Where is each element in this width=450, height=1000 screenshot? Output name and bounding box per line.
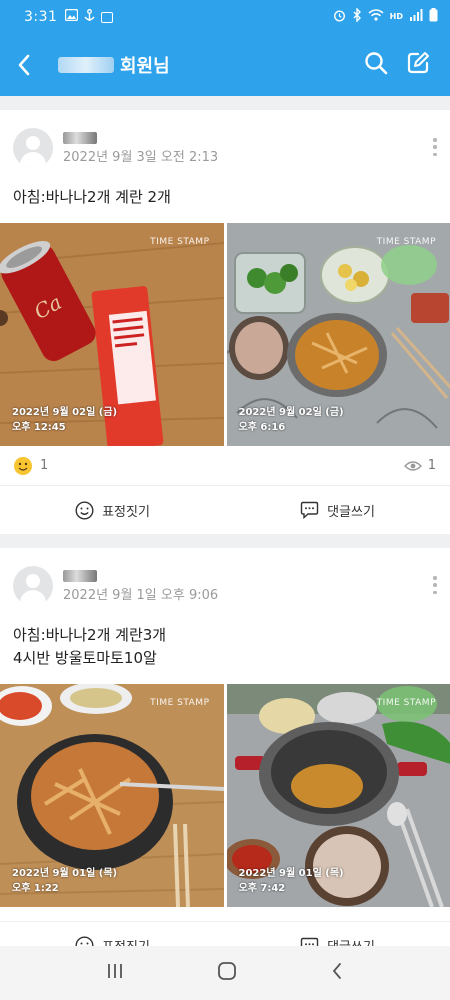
app-header: 회원님: [0, 34, 450, 96]
system-nav-bar: [0, 946, 450, 1000]
photo-time-stamp-logo: TIME STAMP: [376, 698, 436, 708]
search-icon[interactable]: [364, 51, 388, 79]
feed: 2022년 9월 3일 오전 2:13 아침:바나나2개 계란 2개 Ca TI…: [0, 96, 450, 946]
react-button-label: 표정짓기: [102, 936, 150, 946]
photo-grid: Ca TIME STAMP 2022년 9월 02일 (금) 오후 12:45: [0, 223, 450, 446]
status-right-icons: HD: [333, 7, 438, 26]
signal-icon: [409, 9, 423, 25]
blurred-user-name: [58, 57, 114, 73]
photo-date: 2022년 9월 02일 (금): [238, 407, 344, 418]
photo-time: 오후 7:42: [238, 883, 286, 894]
status-bar: 3:31 HD: [0, 0, 450, 34]
photo-stew-lunch[interactable]: TIME STAMP 2022년 9월 01일 (목) 오후 1:22: [0, 684, 224, 907]
view-count: 1: [427, 458, 436, 473]
comment-button[interactable]: 댓글쓰기: [225, 486, 450, 534]
blurred-author-name: [63, 569, 97, 582]
chevron-left-icon: [332, 963, 341, 979]
post-date: 2022년 9월 1일 오후 9:06: [63, 587, 219, 603]
post-date: 2022년 9월 3일 오전 2:13: [63, 149, 219, 165]
post-card: 2022년 9월 1일 오후 9:06 아침:바나나2개 계란3개 4시반 방울…: [0, 548, 450, 946]
home-icon: [218, 962, 236, 980]
photo-time: 오후 6:16: [238, 422, 286, 433]
bluetooth-icon: [352, 7, 362, 26]
photo-time-stamp-logo: TIME STAMP: [376, 237, 436, 247]
react-button[interactable]: 표정짓기: [0, 922, 225, 946]
photo-time: 오후 12:45: [12, 422, 66, 433]
post-actions: 표정짓기 댓글쓰기: [0, 486, 450, 534]
emoji-reaction-icon[interactable]: [14, 456, 32, 475]
avatar[interactable]: [13, 566, 53, 606]
image-icon: [65, 8, 79, 25]
back-arrow-icon: [18, 54, 30, 76]
edit-icon[interactable]: [406, 51, 430, 79]
blurred-author-name: [63, 131, 97, 144]
photo-date: 2022년 9월 01일 (목): [12, 868, 118, 879]
battery-icon: [429, 8, 438, 26]
reaction-count: 1: [40, 458, 49, 473]
photo-cola-coffee[interactable]: Ca TIME STAMP 2022년 9월 02일 (금) 오후 12:45: [0, 223, 224, 446]
home-button[interactable]: [217, 961, 237, 985]
photo-time-stamp-logo: TIME STAMP: [150, 698, 210, 708]
photo-dinner-table[interactable]: TIME STAMP 2022년 9월 02일 (금) 오후 6:16: [226, 223, 450, 446]
eye-icon: [403, 460, 422, 471]
back-button[interactable]: [2, 34, 46, 96]
reaction-summary: 1 1: [0, 446, 450, 486]
more-options-icon[interactable]: [432, 138, 438, 156]
post-text: 아침:바나나2개 계란 2개: [13, 188, 171, 206]
react-button-label: 표정짓기: [102, 504, 150, 520]
status-left-icons: [65, 8, 114, 26]
recent-apps-icon: [108, 964, 123, 978]
hd-voice-icon: HD: [389, 12, 403, 21]
photo-dinner-pot[interactable]: TIME STAMP 2022년 9월 01일 (목) 오후 7:42: [226, 684, 450, 907]
smiley-icon: [75, 936, 94, 946]
avatar[interactable]: [13, 128, 53, 168]
photo-time: 오후 1:22: [12, 883, 59, 894]
recent-apps-button[interactable]: [106, 962, 124, 984]
comment-icon: [300, 501, 319, 519]
page-title-text: 회원님: [120, 56, 170, 77]
post-text: 아침:바나나2개 계란3개 4시반 방울토마토10알: [13, 626, 167, 667]
post-card: 2022년 9월 3일 오전 2:13 아침:바나나2개 계란 2개 Ca TI…: [0, 110, 450, 534]
system-back-button[interactable]: [330, 962, 344, 984]
photo-date: 2022년 9월 01일 (목): [238, 868, 344, 879]
post-header: 2022년 9월 3일 오전 2:13: [0, 110, 450, 186]
comment-icon: [300, 937, 319, 946]
smiley-icon: [75, 500, 94, 520]
photo-date: 2022년 9월 02일 (금): [12, 407, 118, 418]
wifi-icon: [368, 9, 384, 25]
comment-button-label: 댓글쓰기: [327, 936, 375, 946]
anchor-icon: [83, 8, 96, 26]
view-summary: 1: [403, 458, 436, 473]
comment-button-label: 댓글쓰기: [327, 504, 375, 520]
page-title: 회원님: [58, 52, 170, 78]
comment-button[interactable]: 댓글쓰기: [225, 922, 450, 946]
alarm-icon: [333, 9, 346, 26]
more-options-icon[interactable]: [432, 576, 438, 594]
react-button[interactable]: 표정짓기: [0, 486, 225, 534]
app-badge-icon: [101, 11, 114, 23]
post-actions: 표정짓기 댓글쓰기: [0, 921, 450, 946]
status-time: 3:31: [24, 9, 58, 25]
photo-time-stamp-logo: TIME STAMP: [150, 237, 210, 247]
post-header: 2022년 9월 1일 오후 9:06: [0, 548, 450, 624]
photo-grid: TIME STAMP 2022년 9월 01일 (목) 오후 1:22 TIME…: [0, 684, 450, 907]
